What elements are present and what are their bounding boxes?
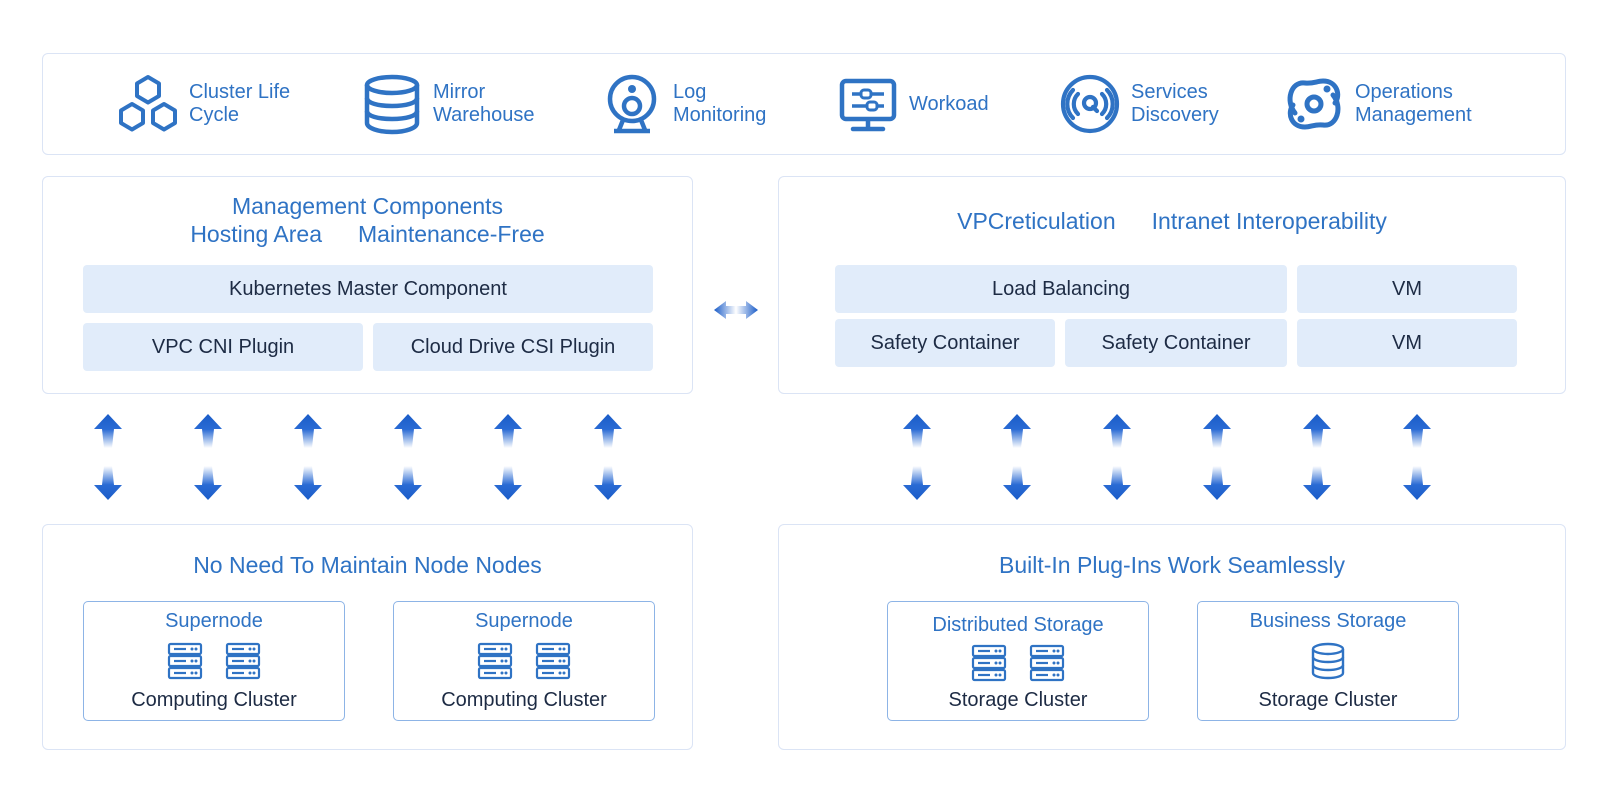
arrow-down xyxy=(194,466,222,500)
arrow-up xyxy=(1203,414,1231,448)
arrow-up xyxy=(1003,414,1031,448)
panel-title: Management Components xyxy=(231,193,504,219)
feature-mirror-warehouse[interactable]: Mirror Warehouse xyxy=(361,54,535,154)
server-icon xyxy=(1029,644,1065,682)
arrow-up xyxy=(1103,414,1131,448)
arrow-down xyxy=(94,466,122,500)
arrow-down xyxy=(1403,466,1431,500)
card-footer: Storage Cluster xyxy=(948,689,1088,711)
arrow-down xyxy=(394,466,422,500)
vpc-network-panel: VPCreticulation Intranet Interoperability… xyxy=(778,176,1566,394)
panel-title: No Need To Maintain Node Nodes xyxy=(193,552,542,578)
arrow-up xyxy=(903,414,931,448)
arrow-up xyxy=(94,414,122,448)
bidirectional-vertical-arrow xyxy=(394,414,422,500)
feature-cluster-life-cycle[interactable]: Cluster Life Cycle xyxy=(117,54,290,154)
arrow-down xyxy=(1203,466,1231,500)
vm-chip[interactable]: VM xyxy=(1297,319,1517,367)
webcam-icon xyxy=(601,73,663,135)
arrow-up xyxy=(1303,414,1331,448)
monitor-sliders-icon xyxy=(837,73,899,135)
safety-container-chip[interactable]: Safety Container xyxy=(1065,319,1287,367)
database-icon xyxy=(1311,642,1345,680)
arrow-down xyxy=(294,466,322,500)
arrow-up xyxy=(294,414,322,448)
bidirectional-vertical-arrow xyxy=(294,414,322,500)
card-title: Supernode xyxy=(475,610,573,632)
kubernetes-master-chip[interactable]: Kubernetes Master Component xyxy=(83,265,653,313)
safety-container-chip[interactable]: Safety Container xyxy=(835,319,1055,367)
feature-bar: Cluster Life Cycle Mirror Warehouse Log … xyxy=(42,53,1566,155)
operations-icon xyxy=(1283,73,1345,135)
database-icon xyxy=(361,73,423,135)
server-icon xyxy=(971,644,1007,682)
load-balancing-chip[interactable]: Load Balancing xyxy=(835,265,1287,313)
bidirectional-vertical-arrow xyxy=(494,414,522,500)
feature-operations-management[interactable]: Operations Management xyxy=(1283,54,1472,154)
hexagons-icon xyxy=(117,73,179,135)
supernode-card[interactable]: Supernode Computing Cluster xyxy=(83,601,345,721)
feature-label: Cluster Life Cycle xyxy=(189,81,291,126)
panel-title: VPCreticulation Intranet Interoperability xyxy=(779,207,1565,235)
intranet-interoperability-label: Intranet Interoperability xyxy=(1151,208,1387,234)
bidirectional-vertical-arrow xyxy=(1103,414,1131,500)
bidirectional-vertical-arrow xyxy=(1003,414,1031,500)
vpc-reticulation-label: VPCreticulation xyxy=(957,208,1116,234)
feature-label: Mirror Warehouse xyxy=(433,81,535,126)
arrow-down xyxy=(903,466,931,500)
arrow-down xyxy=(594,466,622,500)
card-title: Distributed Storage xyxy=(932,614,1104,636)
arrow-up xyxy=(1403,414,1431,448)
business-storage-card[interactable]: Business Storage Storage Cluster xyxy=(1197,601,1459,721)
bidirectional-vertical-arrow xyxy=(1303,414,1331,500)
server-icon xyxy=(535,642,571,680)
bidirectional-vertical-arrow xyxy=(1203,414,1231,500)
card-title: Business Storage xyxy=(1249,610,1407,632)
arrow-up xyxy=(194,414,222,448)
arrow-down xyxy=(494,466,522,500)
bidirectional-vertical-arrow xyxy=(903,414,931,500)
card-title: Supernode xyxy=(165,610,263,632)
arrow-down xyxy=(1003,466,1031,500)
feature-label: Operations Management xyxy=(1355,81,1472,126)
card-footer: Computing Cluster xyxy=(131,689,297,711)
feature-label: Log Monitoring xyxy=(673,81,767,126)
arrow-down xyxy=(1303,466,1331,500)
card-footer: Storage Cluster xyxy=(1258,689,1398,711)
node-maintenance-panel: No Need To Maintain Node Nodes Supernode… xyxy=(42,524,693,750)
bidirectional-vertical-arrow xyxy=(1403,414,1431,500)
built-in-plugins-panel: Built-In Plug-Ins Work Seamlessly Distri… xyxy=(778,524,1566,750)
server-icon xyxy=(167,642,203,680)
card-footer: Computing Cluster xyxy=(441,689,607,711)
maintenance-free-label: Maintenance-Free xyxy=(358,221,545,247)
bidirectional-vertical-arrow xyxy=(94,414,122,500)
arrow-up xyxy=(594,414,622,448)
vpc-cni-plugin-chip[interactable]: VPC CNI Plugin xyxy=(83,323,363,371)
server-icon xyxy=(225,642,261,680)
feature-label: Workoad xyxy=(909,92,989,115)
hosting-area-label: Hosting Area xyxy=(190,221,323,247)
feature-label: Services Discovery xyxy=(1131,81,1219,126)
bidirectional-vertical-arrow xyxy=(194,414,222,500)
distributed-storage-card[interactable]: Distributed Storage Storage Cluster xyxy=(887,601,1149,721)
arrow-down xyxy=(1103,466,1131,500)
feature-services-discovery[interactable]: Services Discovery xyxy=(1059,54,1219,154)
management-components-panel: Management Components Hosting Area Mainte… xyxy=(42,176,693,394)
broadcast-icon xyxy=(1059,73,1121,135)
bidirectional-horizontal-arrow xyxy=(714,301,758,319)
server-icon xyxy=(477,642,513,680)
feature-workload[interactable]: Workoad xyxy=(837,54,989,154)
panel-subtitle: Hosting Area Maintenance-Free xyxy=(43,220,692,248)
cloud-drive-csi-plugin-chip[interactable]: Cloud Drive CSI Plugin xyxy=(373,323,653,371)
arrow-up xyxy=(394,414,422,448)
vm-chip[interactable]: VM xyxy=(1297,265,1517,313)
supernode-card[interactable]: Supernode Computing Cluster xyxy=(393,601,655,721)
bidirectional-vertical-arrow xyxy=(594,414,622,500)
panel-title: Built-In Plug-Ins Work Seamlessly xyxy=(999,552,1345,578)
arrow-up xyxy=(494,414,522,448)
feature-log-monitoring[interactable]: Log Monitoring xyxy=(601,54,766,154)
